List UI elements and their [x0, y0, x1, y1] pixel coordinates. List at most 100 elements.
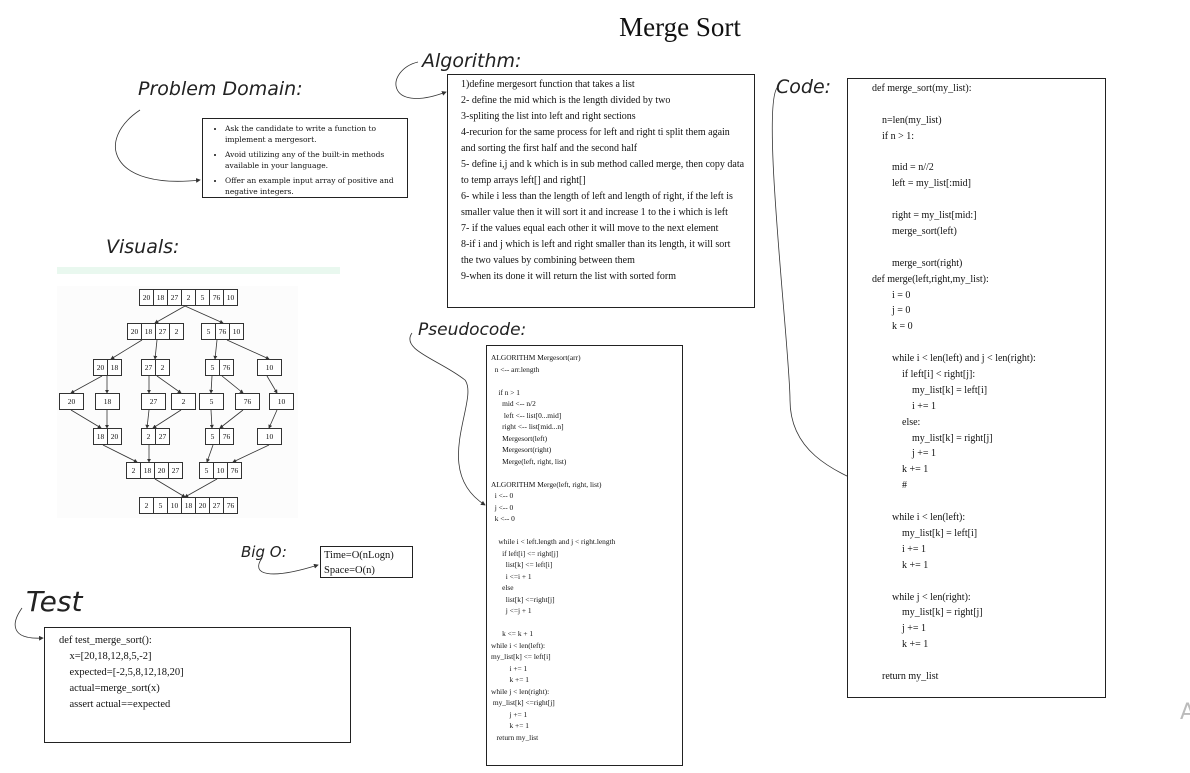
algorithm-step: 7- if the values equal each other it wil…: [461, 223, 719, 234]
algorithm-step: 6- while i less than the length of left …: [461, 191, 733, 218]
code-box: def merge_sort(my_list): n=len(my_list) …: [847, 78, 1106, 698]
tree-edge: [221, 375, 244, 394]
visuals-heading: Visuals:: [106, 236, 180, 258]
tree-cell: 10: [269, 393, 294, 410]
pseudocode-line: j <-- 0: [491, 502, 514, 512]
pseudocode-line: else: [491, 583, 514, 592]
code-line: while i < len(left):: [872, 512, 966, 524]
pseudocode-line: Mergesort(left): [491, 433, 548, 443]
tree-edge: [102, 444, 138, 463]
tree-cell: 20: [107, 428, 122, 445]
pseudocode-line: [491, 525, 682, 537]
pseudocode-line: while j < len(right):: [491, 686, 550, 696]
tree-cell: 2: [169, 323, 184, 340]
code-line: merge_sort(right): [872, 257, 963, 269]
code-line: if left[i] < right[j]:: [872, 369, 976, 381]
pseudocode-line: my_list[k] <=right[j]: [491, 698, 555, 707]
pseudocode-heading: Pseudocode:: [418, 320, 527, 340]
pseudocode-line: ALGORITHM Merge(left, right, list): [491, 479, 602, 489]
tree-cell: 10: [257, 428, 282, 445]
tree-cell: 2: [171, 393, 196, 410]
pseudocode-line: j += 1: [491, 709, 528, 719]
pseudocode-line: return my_list: [491, 732, 539, 742]
tree-cell: 2: [139, 497, 154, 514]
tree-cell: 76: [219, 359, 234, 376]
pseudocode-line: while i < len(left):: [491, 640, 546, 650]
tree-edge: [213, 339, 218, 360]
code-line: def merge_sort(my_list):: [872, 83, 972, 94]
tree-cell: 2: [155, 359, 170, 376]
code-line: k = 0: [872, 321, 913, 333]
code-line: j = 0: [872, 305, 911, 317]
pseudocode-line: list[k] <=right[j]: [491, 594, 555, 604]
test-code-line: expected=[-2,5,8,12,18,20]: [59, 667, 184, 678]
tree-edge: [154, 305, 186, 324]
pseudocode-line: [491, 375, 682, 387]
tree-cell: 5: [205, 359, 220, 376]
tree-cell: 18: [93, 428, 108, 445]
code-line: n=len(my_list): [872, 114, 942, 126]
tree-cell: 27: [155, 428, 170, 445]
pseudocode-line: i <-- 0: [491, 491, 514, 500]
tree-edge: [184, 305, 224, 324]
tree-edge: [219, 409, 244, 429]
tree-cell: 27: [168, 462, 183, 479]
tree-cell: 18: [153, 289, 168, 306]
tree-cell: 20: [127, 323, 142, 340]
algorithm-step: 5- define i,j and k which is in sub meth…: [461, 159, 745, 186]
tree-cell: 76: [223, 497, 238, 514]
tree-cell: 76: [215, 323, 230, 340]
code-line: merge_sort(left): [872, 226, 957, 238]
tree-edge: [153, 339, 158, 360]
tree-cell: 5: [205, 428, 220, 445]
algorithm-step: 3-spliting the list into left and right …: [461, 111, 636, 122]
algorithm-step: 1)define mergesort function that takes a…: [461, 79, 635, 90]
code-line: return my_list: [872, 670, 939, 682]
pseudocode-line: k <-- 0: [491, 514, 515, 523]
test-box: def test_merge_sort(): x=[20,18,12,8,5,-…: [44, 627, 351, 743]
test-code-line: assert actual==expected: [59, 699, 171, 710]
code-line: k += 1: [872, 559, 929, 571]
tree-edge: [209, 409, 214, 429]
space-complexity: Space=O(n): [324, 565, 375, 576]
code-line: my_list[k] = right[j]: [872, 607, 983, 619]
watermark-text: A: [1180, 700, 1190, 725]
tree-cell: 76: [227, 462, 242, 479]
pseudocode-box: ALGORITHM Mergesort(arr) n <-- arr.lengt…: [486, 345, 683, 766]
pseudocode-line: Merge(left, right, list): [491, 456, 567, 466]
code-line: j += 1: [872, 448, 937, 460]
pseudocode-line: [491, 617, 682, 629]
tree-cell: 18: [107, 359, 122, 376]
code-line: while j < len(right):: [872, 591, 971, 603]
code-line: i = 0: [872, 289, 911, 301]
tree-cell: 5: [199, 462, 214, 479]
tree-cell: 2: [126, 462, 141, 479]
pseudocode-line: Mergesort(right): [491, 445, 552, 454]
tree-cell: 10: [223, 289, 238, 306]
tree-edge: [184, 478, 218, 498]
tree-cell: 20: [195, 497, 210, 514]
pseudocode-line: i <=i + 1: [491, 571, 532, 581]
pseudocode-line: i += 1: [491, 663, 528, 673]
tree-edge: [154, 478, 186, 498]
tree-edge: [156, 375, 182, 394]
code-line: #: [872, 480, 907, 492]
tree-edge: [70, 375, 103, 394]
problem-domain-connector: [115, 109, 201, 183]
pseudocode-line: list[k] <= left[i]: [491, 560, 553, 569]
problem-domain-heading: Problem Domain:: [138, 78, 303, 100]
test-code-line: actual=merge_sort(x): [59, 683, 160, 694]
pseudocode-line: if n > 1: [491, 387, 521, 397]
tree-cell: 18: [181, 497, 196, 514]
tree-cell: 10: [257, 359, 282, 376]
pseudocode-line: mid <-- n/2: [491, 399, 536, 408]
code-heading: Code:: [776, 76, 832, 98]
tree-cell: 27: [167, 289, 182, 306]
code-line: def merge(left,right,my_list):: [872, 273, 989, 285]
